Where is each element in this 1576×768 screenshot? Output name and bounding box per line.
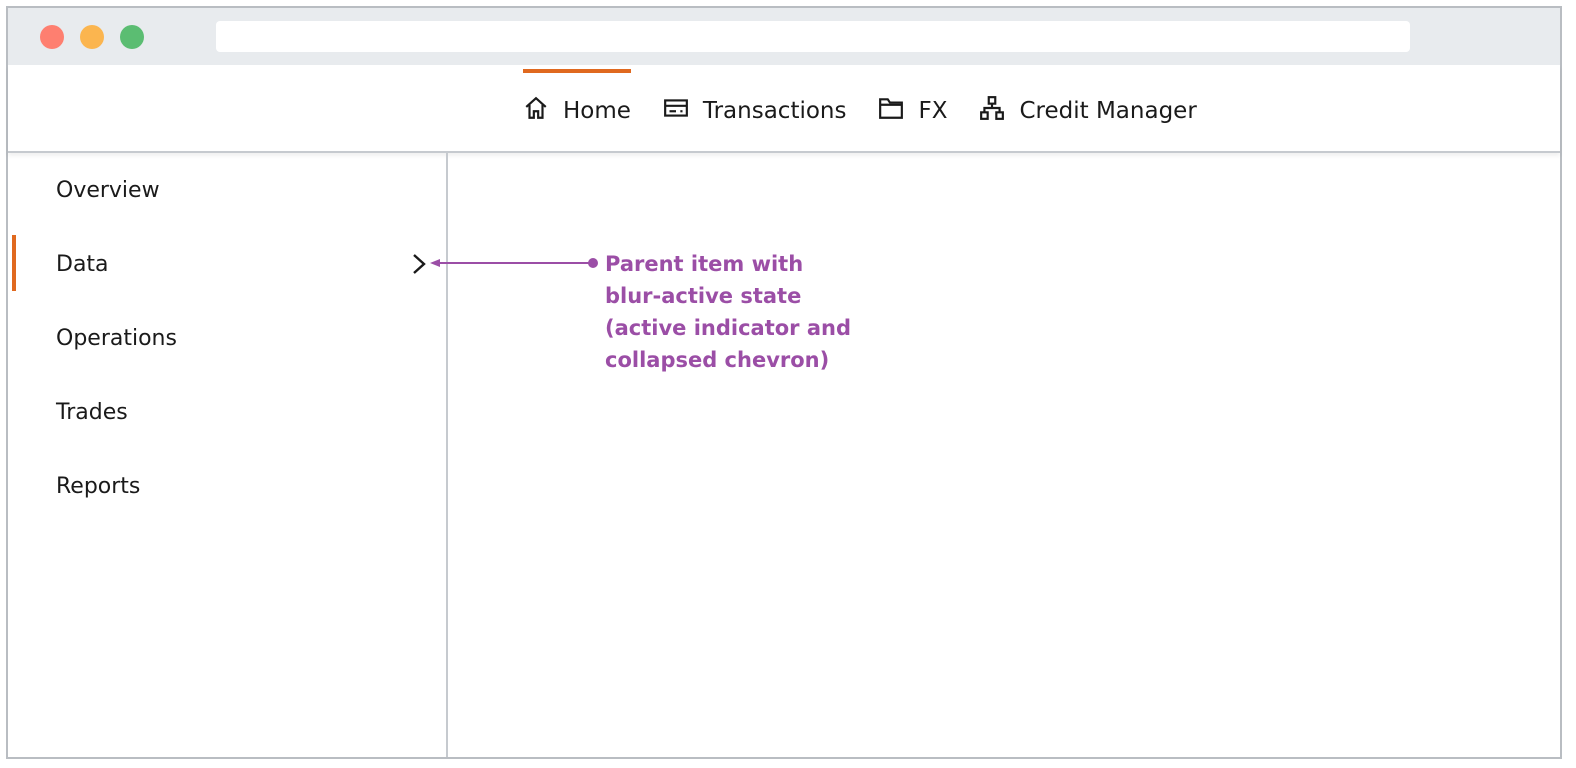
sidebar-item-label: Overview (56, 177, 160, 203)
folder-icon (878, 95, 904, 121)
nav-tab-home[interactable]: Home (523, 65, 631, 151)
annotation-line-2: blur-active state (605, 284, 802, 308)
nav-tab-label: Credit Manager (1019, 98, 1197, 124)
sidebar-item-trades[interactable]: Trades (8, 375, 446, 449)
nav-tab-label: Transactions (702, 98, 847, 124)
nav-tab-transactions[interactable]: Transactions (663, 65, 847, 151)
browser-window: Home Transactions FX Credit Manager Over… (6, 6, 1562, 759)
top-navigation: Home Transactions FX Credit Manager (8, 65, 1560, 153)
annotation-arrow (430, 254, 600, 268)
browser-titlebar (8, 8, 1560, 65)
address-bar[interactable] (216, 21, 1410, 52)
close-window-button[interactable] (40, 25, 64, 49)
sidebar-item-operations[interactable]: Operations (8, 301, 446, 375)
nav-tab-fx[interactable]: FX (878, 65, 947, 151)
sidebar-item-label: Trades (56, 399, 128, 425)
sitemap-icon (979, 95, 1005, 121)
sidebar-item-data[interactable]: Data (8, 227, 446, 301)
credit-card-icon (663, 95, 689, 121)
sidebar-item-reports[interactable]: Reports (8, 449, 446, 523)
annotation-line-1: Parent item with (605, 252, 804, 276)
annotation-label: Parent item with blur-active state (acti… (605, 248, 905, 376)
nav-tab-label: FX (918, 98, 948, 124)
annotation-line-3: (active indicator and (605, 316, 851, 340)
maximize-window-button[interactable] (120, 25, 144, 49)
nav-tab-credit-manager[interactable]: Credit Manager (979, 65, 1197, 151)
sidebar-item-label: Data (56, 251, 109, 277)
sidebar-item-overview[interactable]: Overview (8, 153, 446, 227)
chevron-right-icon[interactable] (410, 252, 428, 276)
sidebar-item-label: Reports (56, 473, 141, 499)
sidebar-item-label: Operations (56, 325, 177, 351)
sidebar: Overview Data Operations Trades Reports (8, 153, 448, 757)
annotation-dot (588, 258, 598, 268)
home-icon (523, 95, 549, 121)
minimize-window-button[interactable] (80, 25, 104, 49)
nav-tab-label: Home (563, 98, 631, 124)
active-indicator (12, 235, 16, 291)
annotation-line-4: collapsed chevron) (605, 348, 830, 372)
